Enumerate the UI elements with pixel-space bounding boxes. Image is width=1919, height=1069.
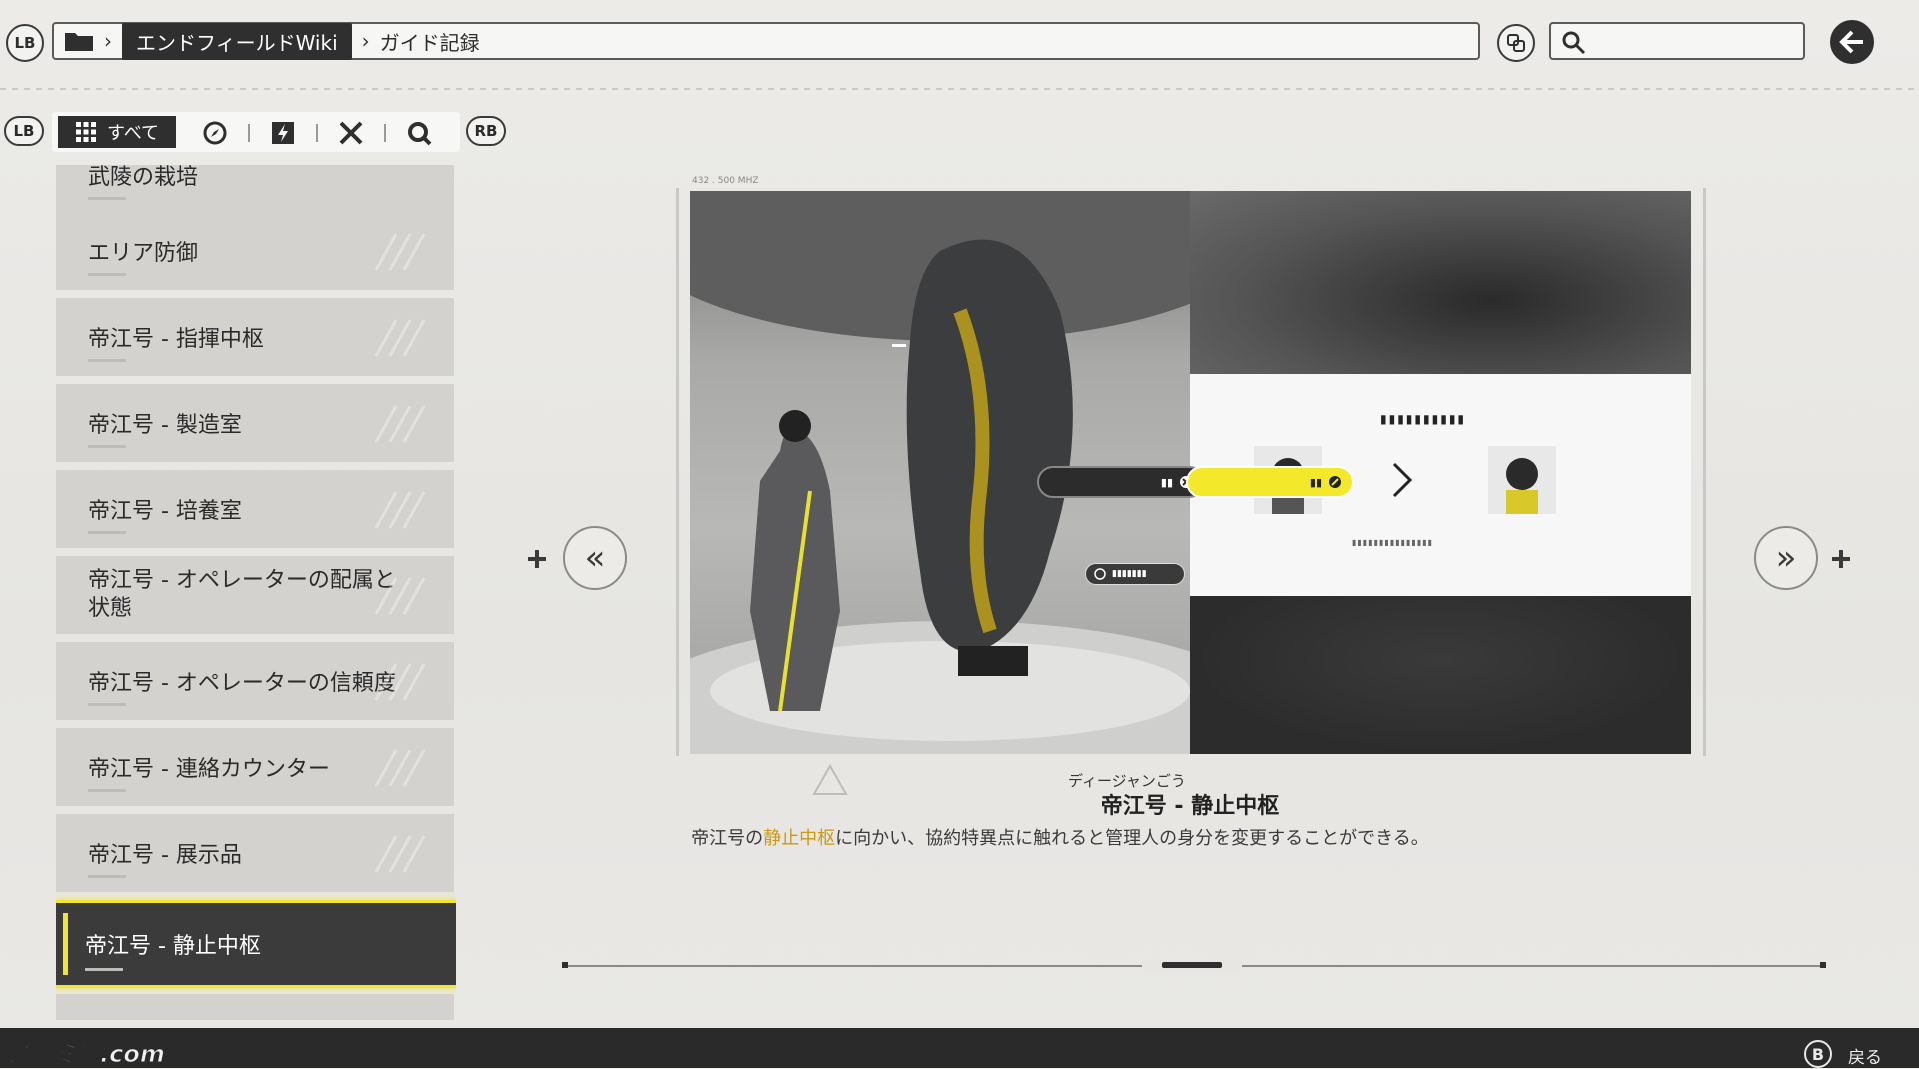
list-item[interactable]: 帝江号 - 培養室 (56, 470, 454, 548)
guide-title: 帝江号 - 静止中枢 (1100, 794, 1280, 819)
next-image-button[interactable]: » (1754, 526, 1818, 590)
rb-next-tab-button[interactable]: RB (466, 116, 506, 146)
top-bar: LB › エンドフィールドWiki › ガイド記録 (0, 0, 1919, 88)
arrow-left-icon (1839, 30, 1863, 54)
chevron-right-icon (1392, 462, 1413, 498)
list-item[interactable]: 帝江号 - オペレーターの配属と 状態 (56, 556, 454, 634)
circle-slash-icon (1094, 568, 1106, 580)
hatch-decoration-icon (374, 663, 426, 701)
list-item-label: 帝江号 - 連絡カウンター (88, 757, 330, 782)
dialog-confirm-button: ▮▮ (1186, 466, 1354, 498)
list-item[interactable]: 帝江号 - 連絡カウンター (56, 728, 454, 806)
breadcrumb-separator-icon: › (104, 29, 112, 53)
list-item-label: エリア防御 (88, 241, 199, 266)
breadcrumb-separator-icon: › (361, 29, 370, 53)
hatch-decoration-icon (374, 491, 426, 529)
plus-icon (1832, 550, 1850, 568)
tab-all-label: すべて (106, 123, 160, 144)
top-divider (0, 88, 1919, 90)
overlap-squares-icon (1507, 34, 1525, 52)
guide-description: 帝江号の静止中枢に向かい、協約特異点に触れると管理人の身分を変更することができる… (691, 828, 1429, 849)
page-progress-indicator (1162, 962, 1222, 968)
list-item-label: 帝江号 - 展示品 (88, 843, 242, 868)
list-item-label: 帝江号 - 培養室 (88, 499, 242, 524)
category-tabs: すべて (52, 112, 460, 152)
list-item-label: 帝江号 - オペレーターの信頼度 (88, 671, 396, 696)
hatch-decoration-icon (374, 749, 426, 787)
hatch-decoration-icon (374, 405, 426, 443)
dialog-glyph-title: ▮▮▮▮▮▮▮▮▮▮ (1380, 412, 1467, 426)
crossed-tools-icon[interactable] (338, 120, 364, 146)
back-arrow-button[interactable] (1830, 20, 1874, 64)
watermark-logo: ファミ通.com (4, 1040, 166, 1069)
list-item[interactable]: 帝江号 - 製造室 (56, 384, 454, 462)
lb-shoulder-button[interactable]: LB (6, 24, 44, 62)
circle-slash-icon (1329, 476, 1341, 488)
dialog-cancel-button: ▮▮ (1037, 466, 1205, 498)
list-item-label: 帝江号 - 製造室 (88, 413, 242, 438)
tab-all[interactable]: すべて (58, 116, 176, 148)
list-item[interactable]: 帝江号 - オペレーターの信頼度 (56, 642, 454, 720)
search-icon (1562, 31, 1586, 55)
blurred-background-bottom (1190, 596, 1691, 754)
hatch-decoration-icon (374, 319, 426, 357)
folder-icon[interactable] (64, 30, 94, 52)
hatch-decoration-icon (374, 835, 426, 873)
blurred-background-top (1190, 191, 1691, 374)
list-item-label: 武陵の栽培 (88, 165, 199, 190)
list-item-subline (88, 875, 126, 878)
hatch-decoration-icon (374, 577, 426, 615)
list-item-subline (88, 273, 126, 276)
highlighted-term: 静止中枢 (763, 828, 836, 849)
list-item-label: 帝江号 - オペレーターの配属と 状態 (88, 568, 396, 621)
selection-indicator (63, 913, 68, 975)
tab-divider (316, 124, 318, 142)
list-item-label: 帝江号 - 指揮中枢 (88, 327, 264, 352)
progress-end-marker (1820, 962, 1826, 968)
category-filter-bar: LB すべて RB (0, 112, 520, 152)
guide-list: 武陵の栽培 エリア防御 帝江号 - 指揮中枢 帝江号 - 製造室 帝江号 - 培… (56, 165, 456, 1020)
prev-image-button[interactable]: « (563, 526, 627, 590)
compass-icon[interactable] (202, 120, 228, 146)
lightning-icon[interactable] (270, 120, 296, 146)
list-item-subline (88, 703, 126, 706)
dialog-glyph-subtitle: ▮▮▮▮▮▮▮▮▮▮▮▮▮▮▮ (1352, 538, 1434, 547)
list-item-subline (88, 197, 126, 200)
back-label[interactable]: 戻る (1848, 1043, 1882, 1068)
breadcrumb-current: ガイド記録 (379, 30, 480, 55)
switch-view-button[interactable] (1497, 24, 1535, 62)
b-button-icon[interactable]: B (1804, 1040, 1832, 1068)
list-item-subline (88, 789, 126, 792)
list-item-subline (88, 359, 126, 362)
list-item[interactable] (56, 994, 454, 1020)
breadcrumb-wiki[interactable]: エンドフィールドWiki (122, 22, 352, 60)
list-item[interactable]: エリア防御 (56, 212, 454, 290)
progress-start-marker (562, 962, 568, 968)
gear-magnify-icon[interactable] (406, 120, 432, 146)
list-item[interactable]: 武陵の栽培 (56, 165, 454, 214)
list-item[interactable]: 帝江号 - 展示品 (56, 814, 454, 892)
triangle-decoration-icon (812, 764, 848, 795)
guide-screenshot: ▮▮▮▮▮▮▮ ▮▮▮▮▮▮▮▮▮▮ ▮▮▮▮▮▮▮▮▮▮▮▮▮▮▮ ▮▮ ▮▮ (690, 191, 1691, 754)
frequency-readout: 432 . 500 MHZ (692, 176, 759, 186)
list-item-subline (85, 968, 123, 971)
interact-prompt: ▮▮▮▮▮▮▮ (1085, 563, 1185, 585)
list-item-selected[interactable]: 帝江号 - 静止中枢 (56, 900, 456, 988)
hatch-decoration-icon (374, 233, 426, 271)
list-item[interactable]: 帝江号 - 指揮中枢 (56, 298, 454, 376)
list-item-subline (88, 445, 126, 448)
tab-divider (248, 124, 250, 142)
tab-divider (384, 124, 386, 142)
plus-icon (528, 550, 546, 568)
lb-prev-tab-button[interactable]: LB (4, 116, 44, 146)
portrait-female-icon (1488, 446, 1556, 514)
grid-icon (75, 122, 96, 142)
list-item-subline (88, 531, 126, 534)
bottom-bar (0, 1028, 1919, 1068)
list-item-label: 帝江号 - 静止中枢 (85, 934, 261, 959)
address-bar: › エンドフィールドWiki › ガイド記録 (52, 22, 1480, 60)
search-input[interactable] (1549, 22, 1805, 60)
